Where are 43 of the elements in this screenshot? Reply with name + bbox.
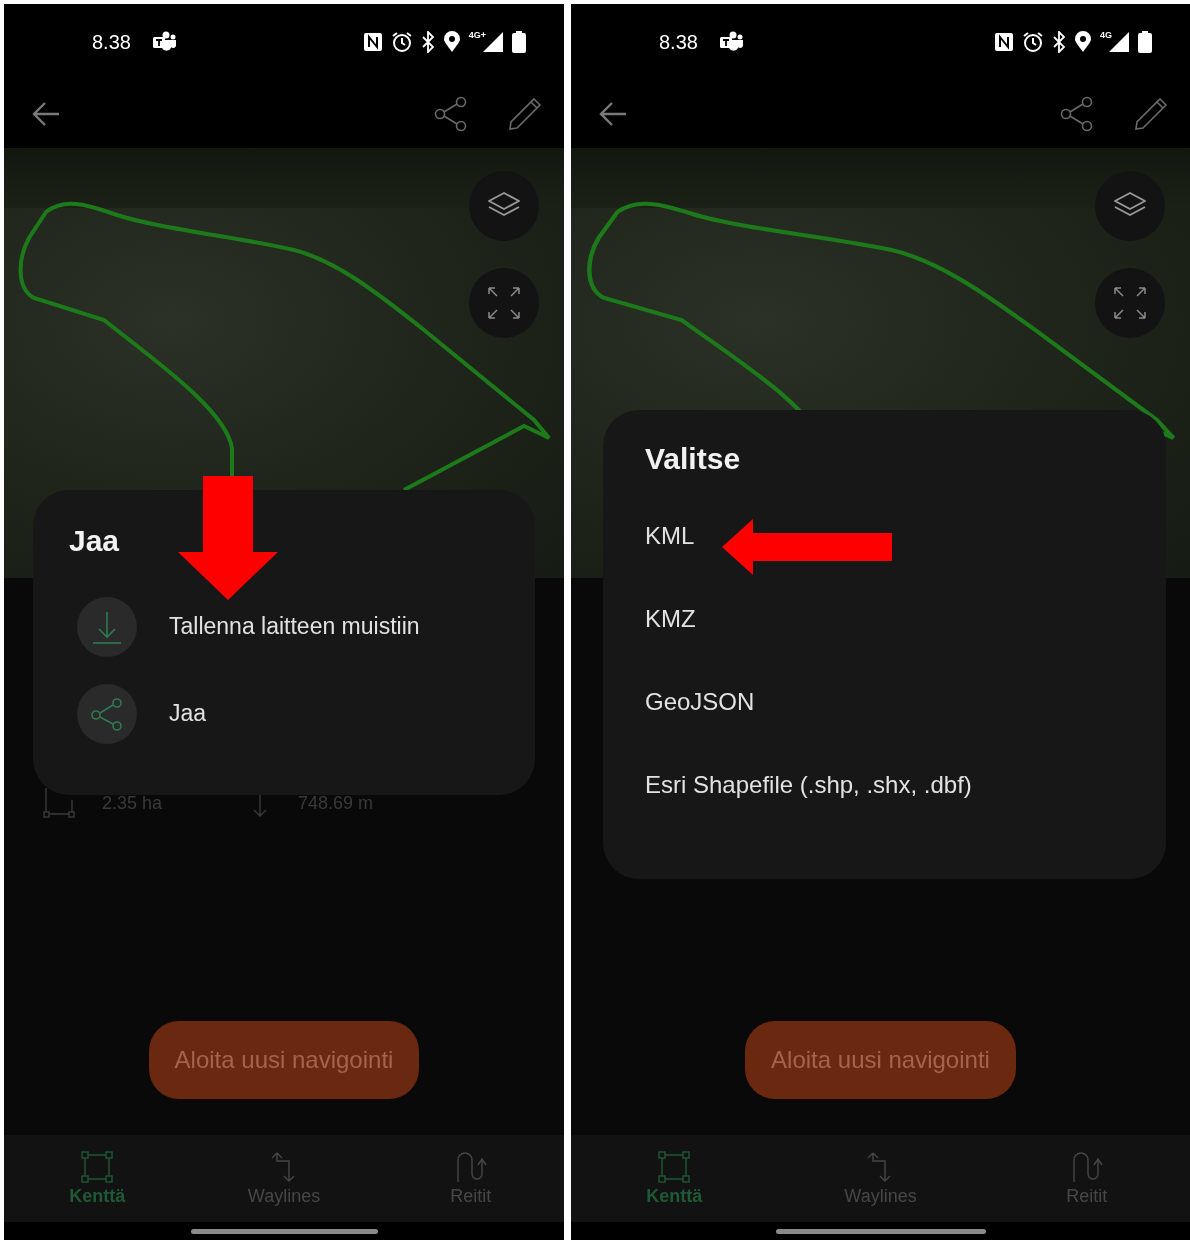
share-icon bbox=[77, 683, 137, 744]
home-indicator[interactable] bbox=[190, 1228, 378, 1234]
option-item[interactable]: Esri Shapefile (.shp, .shx, .dbf) bbox=[645, 743, 1124, 826]
edit-pencil-icon[interactable] bbox=[508, 97, 542, 131]
share-icon[interactable] bbox=[1060, 96, 1094, 132]
teams-app-icon bbox=[719, 31, 744, 53]
location-pin-icon bbox=[1074, 31, 1092, 53]
network-type: 4G+ bbox=[468, 30, 486, 40]
menu-item[interactable]: Tallenna laitteen muistiin bbox=[77, 583, 499, 670]
option-item[interactable]: GeoJSON bbox=[645, 660, 1124, 743]
alarm-clock-icon bbox=[1022, 31, 1044, 53]
option-item[interactable]: KMZ bbox=[645, 577, 1124, 660]
bluetooth-icon bbox=[420, 31, 435, 53]
square-nodes-icon bbox=[42, 786, 76, 820]
nfc-icon bbox=[994, 32, 1014, 52]
home-indicator[interactable] bbox=[775, 1228, 986, 1234]
option-item[interactable]: KML bbox=[645, 494, 1124, 577]
nav-tab[interactable]: Kenttä bbox=[571, 1135, 778, 1222]
square-nodes-icon bbox=[657, 1150, 692, 1184]
location-pin-icon bbox=[442, 31, 461, 53]
square-nodes-icon bbox=[80, 1150, 115, 1184]
battery-icon bbox=[1138, 31, 1152, 53]
battery-icon bbox=[512, 31, 526, 53]
teams-app-icon bbox=[152, 31, 177, 53]
menu-item[interactable]: Jaa bbox=[77, 670, 499, 757]
back-arrow-icon[interactable] bbox=[599, 102, 627, 126]
clock-time: 8.38 bbox=[659, 30, 698, 54]
back-arrow-icon[interactable] bbox=[32, 102, 60, 126]
start-navigation-button[interactable]: Aloita uusi navigointi bbox=[745, 1021, 1016, 1099]
dialog-title: Jaa bbox=[69, 524, 120, 558]
alarm-clock-icon bbox=[390, 31, 413, 53]
edit-pencil-icon[interactable] bbox=[1134, 97, 1168, 131]
share-icon[interactable] bbox=[434, 96, 468, 132]
network-type: 4G bbox=[1100, 30, 1112, 40]
download-icon bbox=[77, 596, 137, 657]
expand-icon bbox=[487, 286, 521, 320]
expand-icon bbox=[1113, 286, 1147, 320]
bluetooth-icon bbox=[1052, 31, 1066, 53]
nav-tab[interactable]: Kenttä bbox=[4, 1135, 191, 1222]
clock-time: 8.38 bbox=[92, 30, 131, 54]
start-navigation-button[interactable]: Aloita uusi navigointi bbox=[148, 1021, 420, 1099]
nfc-icon bbox=[362, 32, 383, 52]
dialog-title: Valitse bbox=[645, 442, 741, 476]
